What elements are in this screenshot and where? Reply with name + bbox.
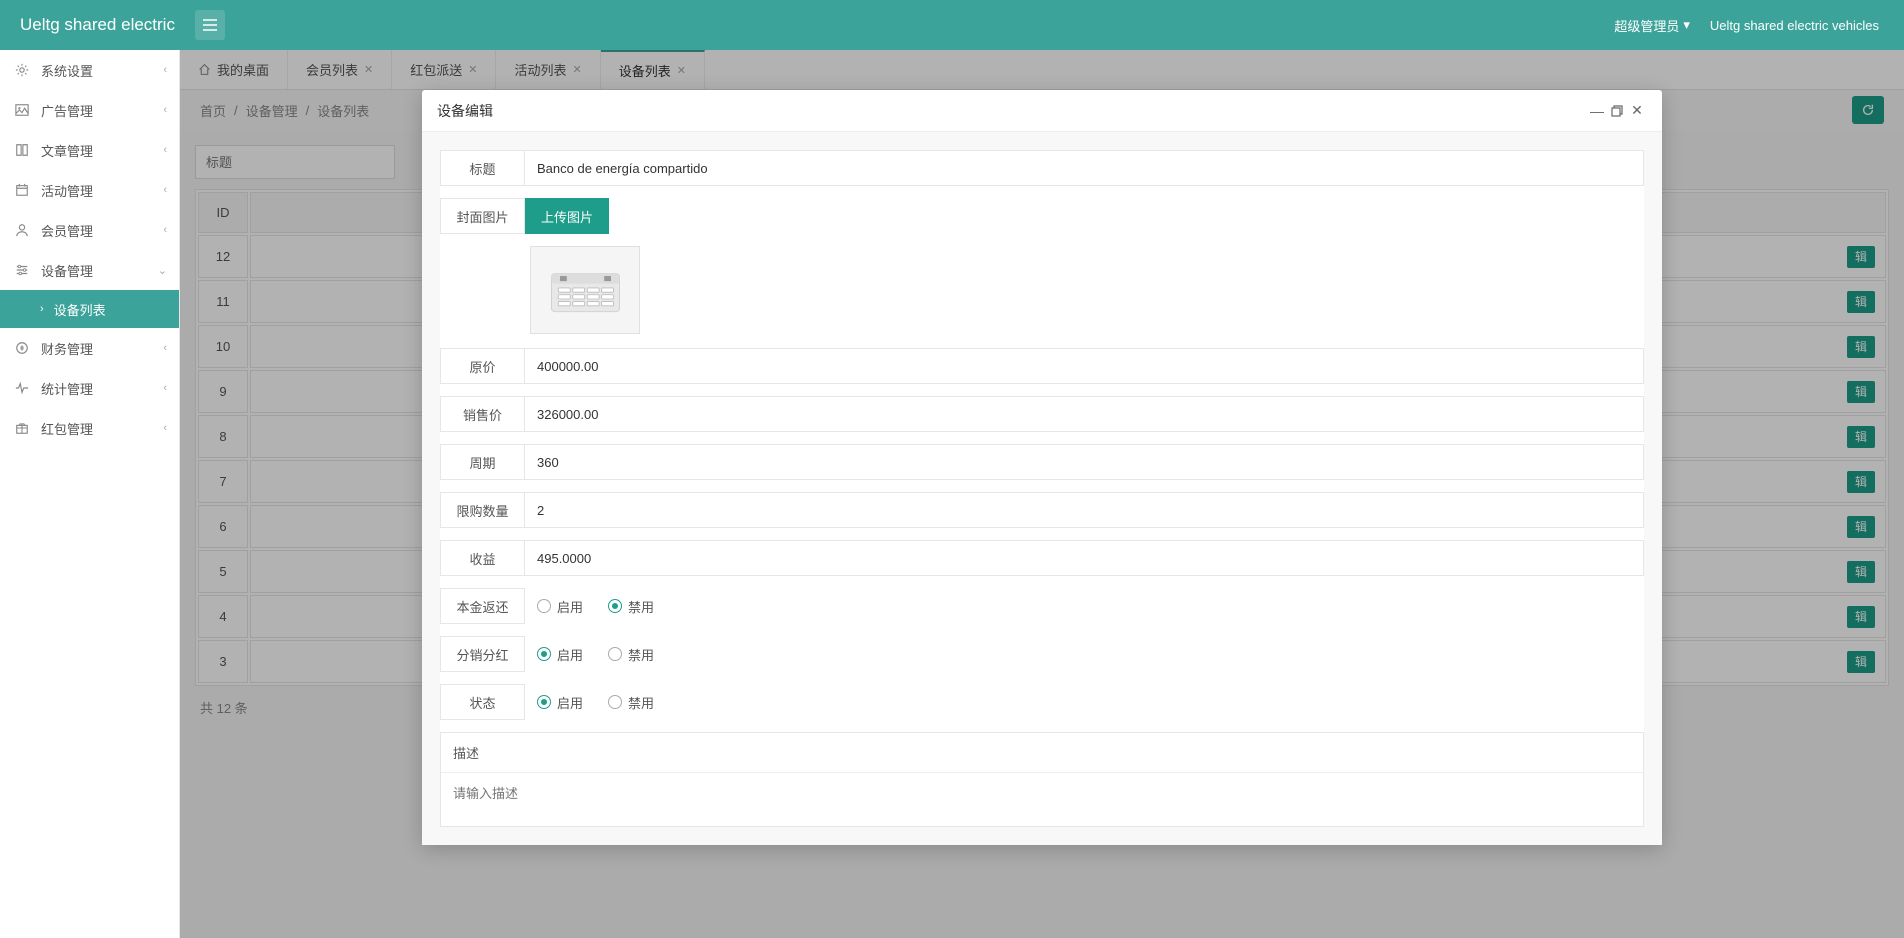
- field-label-distribution: 分销分红: [440, 636, 525, 672]
- caret-down-icon: ▾: [1683, 17, 1690, 33]
- radio-icon: [608, 647, 622, 661]
- hamburger-icon: [203, 19, 217, 31]
- field-label-cover: 封面图片: [440, 198, 525, 234]
- description-block: 描述: [440, 732, 1644, 827]
- principal-return-disable-radio[interactable]: 禁用: [608, 597, 654, 616]
- sidebar-item-activities[interactable]: 活动管理 ‹: [0, 170, 179, 210]
- pulse-icon: [15, 381, 31, 395]
- sidebar-subitem-device-list[interactable]: › 设备列表: [0, 290, 179, 328]
- sidebar-item-label: 活动管理: [41, 181, 93, 200]
- field-label-title: 标题: [440, 150, 525, 186]
- chevron-left-icon: ‹: [163, 224, 167, 236]
- maximize-icon: [1611, 105, 1623, 117]
- field-label-limit: 限购数量: [440, 492, 525, 528]
- status-disable-radio[interactable]: 禁用: [608, 693, 654, 712]
- sidebar-item-devices[interactable]: 设备管理 ⌄: [0, 250, 179, 290]
- gift-icon: [15, 421, 31, 435]
- sidebar-item-system[interactable]: 系统设置 ‹: [0, 50, 179, 90]
- sidebar-item-label: 财务管理: [41, 339, 93, 358]
- chevron-left-icon: ‹: [163, 104, 167, 116]
- minimize-button[interactable]: —: [1587, 103, 1607, 119]
- field-label-status: 状态: [440, 684, 525, 720]
- gear-icon: [15, 63, 31, 77]
- limit-input[interactable]: [525, 492, 1644, 528]
- sidebar-subitem-label: 设备列表: [54, 300, 106, 319]
- modal-overlay: 设备编辑 — ✕ 标题 封面图片 上: [180, 50, 1904, 938]
- sidebar-item-label: 设备管理: [41, 261, 93, 280]
- sidebar-item-stats[interactable]: 统计管理 ‹: [0, 368, 179, 408]
- device-thumbnail-icon: [543, 258, 628, 323]
- sidebar-item-finance[interactable]: 财务管理 ‹: [0, 328, 179, 368]
- principal-return-enable-radio[interactable]: 启用: [537, 597, 583, 616]
- sidebar-item-label: 统计管理: [41, 379, 93, 398]
- user-menu[interactable]: 超级管理员 ▾: [1614, 16, 1690, 35]
- field-label-sale-price: 销售价: [440, 396, 525, 432]
- profit-input[interactable]: [525, 540, 1644, 576]
- top-header: Ueltg shared electric 超级管理员 ▾ Ueltg shar…: [0, 0, 1904, 50]
- device-edit-modal: 设备编辑 — ✕ 标题 封面图片 上: [422, 90, 1662, 845]
- sliders-icon: [15, 263, 31, 277]
- sidebar-item-label: 广告管理: [41, 101, 93, 120]
- chevron-left-icon: ‹: [163, 382, 167, 394]
- sidebar-item-label: 会员管理: [41, 221, 93, 240]
- user-label: 超级管理员: [1614, 16, 1679, 35]
- sidebar-item-articles[interactable]: 文章管理 ‹: [0, 130, 179, 170]
- sale-price-input[interactable]: [525, 396, 1644, 432]
- original-price-input[interactable]: [525, 348, 1644, 384]
- calendar-icon: [15, 183, 31, 197]
- sidebar-item-members[interactable]: 会员管理 ‹: [0, 210, 179, 250]
- sidebar-item-redpacket[interactable]: 红包管理 ‹: [0, 408, 179, 448]
- brand-title: Ueltg shared electric: [10, 15, 195, 35]
- field-label-description: 描述: [441, 733, 1643, 773]
- field-label-original-price: 原价: [440, 348, 525, 384]
- sidebar-toggle-button[interactable]: [195, 10, 225, 40]
- sidebar-item-label: 红包管理: [41, 419, 93, 438]
- field-label-profit: 收益: [440, 540, 525, 576]
- distribution-enable-radio[interactable]: 启用: [537, 645, 583, 664]
- maximize-button[interactable]: [1607, 105, 1627, 117]
- upload-image-button[interactable]: 上传图片: [525, 198, 609, 234]
- image-icon: [15, 103, 31, 117]
- chevron-left-icon: ‹: [163, 184, 167, 196]
- chevron-down-icon: ⌄: [158, 264, 167, 277]
- chevron-right-icon: ›: [40, 303, 44, 315]
- radio-icon: [537, 599, 551, 613]
- sidebar-item-label: 文章管理: [41, 141, 93, 160]
- book-icon: [15, 143, 31, 157]
- chevron-left-icon: ‹: [163, 144, 167, 156]
- radio-icon: [608, 599, 622, 613]
- field-label-cycle: 周期: [440, 444, 525, 480]
- user-icon: [15, 223, 31, 237]
- app-name-label: Ueltg shared electric vehicles: [1710, 18, 1879, 33]
- title-input[interactable]: [525, 150, 1644, 186]
- sidebar-item-ads[interactable]: 广告管理 ‹: [0, 90, 179, 130]
- field-label-principal-return: 本金返还: [440, 588, 525, 624]
- modal-title: 设备编辑: [437, 101, 1587, 121]
- chevron-left-icon: ‹: [163, 342, 167, 354]
- description-textarea[interactable]: [441, 773, 1643, 823]
- radio-icon: [537, 695, 551, 709]
- sidebar-item-label: 系统设置: [41, 61, 93, 80]
- chevron-left-icon: ‹: [163, 422, 167, 434]
- close-button[interactable]: ✕: [1627, 102, 1647, 119]
- chevron-left-icon: ‹: [163, 64, 167, 76]
- radio-icon: [537, 647, 551, 661]
- cycle-input[interactable]: [525, 444, 1644, 480]
- radio-icon: [608, 695, 622, 709]
- modal-header: 设备编辑 — ✕: [422, 90, 1662, 132]
- sidebar: 系统设置 ‹ 广告管理 ‹ 文章管理 ‹ 活动管理 ‹ 会员管理 ‹ 设备管理 …: [0, 50, 180, 938]
- modal-body: 标题 封面图片 上传图片: [422, 132, 1662, 845]
- distribution-disable-radio[interactable]: 禁用: [608, 645, 654, 664]
- coin-icon: [15, 341, 31, 355]
- cover-image-preview[interactable]: [530, 246, 640, 334]
- status-enable-radio[interactable]: 启用: [537, 693, 583, 712]
